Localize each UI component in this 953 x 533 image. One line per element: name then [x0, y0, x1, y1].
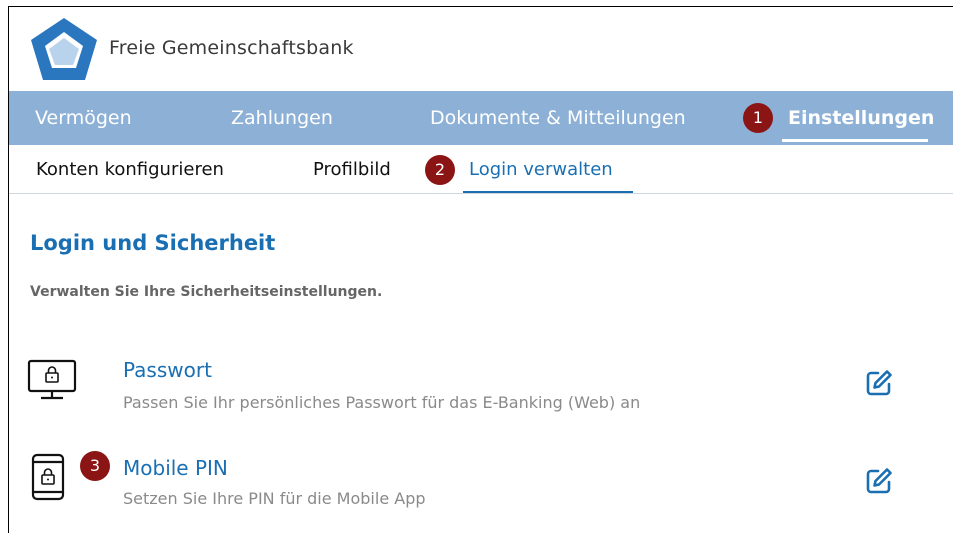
page-subtitle: Verwalten Sie Ihre Sicherheitseinstellun…	[30, 284, 383, 300]
step-badge-3: 3	[80, 451, 110, 481]
edit-icon[interactable]	[864, 466, 894, 496]
tab-profilbild[interactable]: Profilbild	[313, 145, 391, 193]
step-badge-2: 2	[425, 155, 455, 185]
app-frame: Freie Gemeinschaftsbank Vermögen Zahlung…	[8, 6, 953, 533]
pentagon-logo-icon[interactable]	[29, 16, 99, 82]
tab-login-verwalten[interactable]: Login verwalten	[469, 145, 613, 193]
edit-icon[interactable]	[864, 368, 894, 398]
active-nav-indicator	[782, 139, 928, 142]
header: Freie Gemeinschaftsbank	[9, 7, 953, 90]
step-badge-1: 1	[743, 103, 773, 133]
password-description: Passen Sie Ihr persönliches Passwort für…	[123, 393, 641, 412]
nav-item-dokumente[interactable]: Dokumente & Mitteilungen	[430, 91, 686, 145]
monitor-lock-icon	[27, 359, 77, 400]
active-tab-indicator	[463, 191, 633, 193]
password-title[interactable]: Passwort	[123, 358, 212, 382]
main-nav: Vermögen Zahlungen Dokumente & Mitteilun…	[9, 91, 953, 145]
nav-item-zahlungen[interactable]: Zahlungen	[231, 91, 333, 145]
mobile-pin-description: Setzen Sie Ihre PIN für die Mobile App	[123, 489, 426, 508]
nav-item-vermoegen[interactable]: Vermögen	[35, 91, 132, 145]
sub-nav: Konten konfigurieren Profilbild 2 Login …	[9, 145, 953, 194]
page-title: Login und Sicherheit	[30, 231, 276, 255]
tab-konten-konfigurieren[interactable]: Konten konfigurieren	[36, 145, 224, 193]
mobile-pin-title[interactable]: Mobile PIN	[123, 456, 228, 480]
nav-item-einstellungen[interactable]: Einstellungen	[788, 91, 934, 145]
bank-name: Freie Gemeinschaftsbank	[109, 37, 354, 59]
phone-lock-icon	[31, 453, 65, 501]
